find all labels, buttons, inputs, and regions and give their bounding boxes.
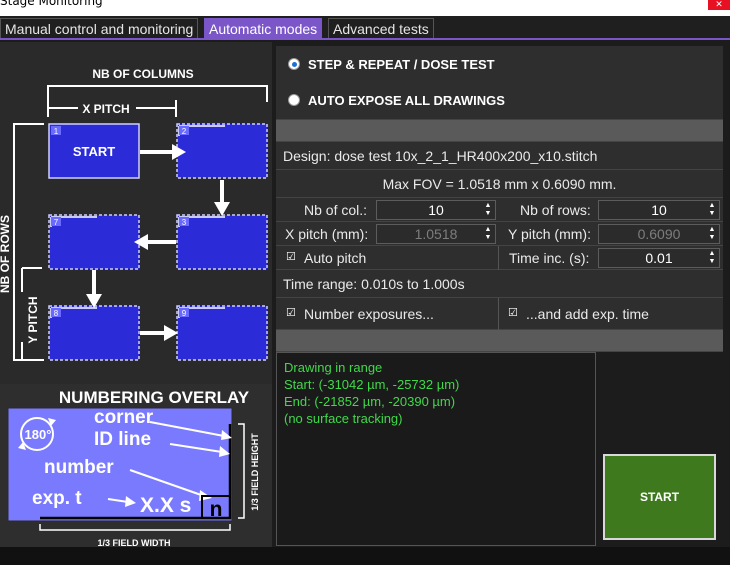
add-exp-time-checkbox[interactable]: ☑ <box>508 307 520 319</box>
y-pitch-label: Y PITCH <box>26 296 40 343</box>
exp-t-label: exp. t <box>32 488 82 509</box>
add-exp-time-label[interactable]: ...and add exp. time <box>526 306 649 322</box>
design-name: Design: dose test 10x_2_1_HR400x200_x10.… <box>283 148 598 164</box>
nb-col-input[interactable]: 10 ▲ ▼ <box>376 200 496 220</box>
y-pitch-input[interactable]: 0.6090 ▲ ▼ <box>598 224 720 244</box>
bottom-strip <box>0 547 730 565</box>
cell-3: 3 <box>176 214 268 270</box>
nb-col-value: 10 <box>428 202 444 218</box>
start-cell-label: START <box>73 144 115 159</box>
console-line: End: (-21852 µm, -20390 µm) <box>284 394 456 409</box>
field-height-label: 1/3 FIELD HEIGHT <box>250 433 260 511</box>
exp-time-value: X.X s <box>140 494 191 517</box>
y-pitch-value: 0.6090 <box>637 226 681 242</box>
arrow-left-icon <box>134 234 176 250</box>
console-line: (no surface tracking) <box>284 411 403 426</box>
cell-2: 2 <box>176 123 268 179</box>
nb-rows-input[interactable]: 10 ▲ ▼ <box>598 200 720 220</box>
time-range-text: Time range: 0.010s to 1.000s <box>283 276 465 292</box>
number-label: number <box>44 457 114 478</box>
cols-rows-row: Nb of col.: 10 ▲ ▼ Nb of rows: 10 ▲ ▼ <box>276 198 723 222</box>
cell-9-number: 9 <box>182 309 187 318</box>
tab-automatic-modes[interactable]: Automatic modes <box>204 18 323 38</box>
cell-8-number: 8 <box>54 309 59 318</box>
cell-1: 1 START <box>48 123 140 179</box>
cell-7: 7 <box>48 214 140 270</box>
start-button[interactable]: START <box>603 454 716 540</box>
auto-pitch-checkbox[interactable]: ☑ <box>286 251 298 263</box>
spinner-arrows-icon[interactable]: ▲ ▼ <box>483 202 493 218</box>
nb-rows-value: 10 <box>651 202 667 218</box>
y-pitch-label: Y pitch (mm): <box>508 226 591 242</box>
column-divider <box>498 246 499 270</box>
auto-pitch-label[interactable]: Auto pitch <box>304 250 366 266</box>
cell-3-number: 3 <box>182 218 187 227</box>
tab-bar: Manual control and monitoring Automatic … <box>0 16 730 40</box>
auto-expose-label[interactable]: AUTO EXPOSE ALL DRAWINGS <box>308 93 505 108</box>
auto-expose-radio[interactable] <box>288 94 300 106</box>
auto-pitch-row: ☑ Auto pitch Time inc. (s): 0.01 ▲ ▼ <box>276 246 723 270</box>
cell-1-number: 1 <box>54 127 59 136</box>
id-number-value: n <box>210 498 223 521</box>
step-repeat-label[interactable]: STEP & REPEAT / DOSE TEST <box>308 57 495 72</box>
time-inc-label: Time inc. (s): <box>509 250 590 266</box>
tab-manual-control[interactable]: Manual control and monitoring <box>0 18 199 38</box>
arrow-down-icon <box>214 180 230 216</box>
section-divider <box>276 330 723 352</box>
spinner-arrows-icon[interactable]: ▲ ▼ <box>483 226 493 242</box>
rotation-label: 180° <box>25 427 52 442</box>
numbering-overlay-svg: NUMBERING OVERLAY 180° corner ID line nu… <box>7 388 260 548</box>
nb-col-label: Nb of col.: <box>304 202 368 218</box>
fov-row: Max FOV = 1.0518 mm x 0.6090 mm. <box>276 170 723 198</box>
window-title: Stage Monitoring <box>0 0 103 8</box>
max-fov-text: Max FOV = 1.0518 mm x 0.6090 mm. <box>382 176 617 192</box>
spinner-arrows-icon[interactable]: ▲ ▼ <box>707 202 717 218</box>
close-icon[interactable]: ✕ <box>708 0 730 10</box>
x-pitch-label: X pitch (mm): <box>285 226 369 242</box>
id-line-label: ID line <box>94 429 151 450</box>
time-inc-input[interactable]: 0.01 ▲ ▼ <box>598 248 720 268</box>
arrow-right-icon <box>140 325 178 341</box>
title-bar: Stage Monitoring ✕ <box>0 0 730 16</box>
status-console: Drawing in range Start: (-31042 µm, -257… <box>276 352 596 546</box>
nb-columns-label: NB OF COLUMNS <box>92 67 193 81</box>
nb-rows-label: NB OF ROWS <box>0 215 12 293</box>
time-range-row: Time range: 0.010s to 1.000s <box>276 270 723 298</box>
column-divider <box>498 298 499 330</box>
pitch-row: X pitch (mm): 1.0518 ▲ ▼ Y pitch (mm): 0.… <box>276 222 723 246</box>
numbering-row: ☑ Number exposures... ☑ ...and add exp. … <box>276 298 723 330</box>
overlay-title: NUMBERING OVERLAY <box>59 388 250 407</box>
nb-rows-label: Nb of rows: <box>520 202 591 218</box>
cell-8: 8 <box>48 305 140 361</box>
x-pitch-value: 1.0518 <box>414 226 458 242</box>
cell-2-number: 2 <box>182 127 187 136</box>
x-pitch-label: X PITCH <box>82 102 129 116</box>
x-pitch-input[interactable]: 1.0518 ▲ ▼ <box>376 224 496 244</box>
number-exposures-checkbox[interactable]: ☑ <box>286 307 298 319</box>
numbering-overlay-panel: NUMBERING OVERLAY 180° corner ID line nu… <box>0 384 272 549</box>
time-inc-value: 0.01 <box>645 250 673 266</box>
corner-label: corner <box>94 407 154 428</box>
cell-7-number: 7 <box>54 218 59 227</box>
mode-selector: STEP & REPEAT / DOSE TEST AUTO EXPOSE AL… <box>276 46 723 120</box>
tab-advanced-tests[interactable]: Advanced tests <box>328 18 434 38</box>
number-exposures-label[interactable]: Number exposures... <box>304 306 434 322</box>
step-repeat-diagram-svg: NB OF COLUMNS X PITCH NB OF ROWS Y PITCH… <box>0 67 268 361</box>
console-line: Start: (-31042 µm, -25732 µm) <box>284 377 460 392</box>
spinner-arrows-icon[interactable]: ▲ ▼ <box>707 226 717 242</box>
step-repeat-radio[interactable] <box>288 58 300 70</box>
cell-9: 9 <box>176 305 268 361</box>
design-row: Design: dose test 10x_2_1_HR400x200_x10.… <box>276 142 723 170</box>
spinner-arrows-icon[interactable]: ▲ ▼ <box>707 250 717 266</box>
console-line: Drawing in range <box>284 360 383 375</box>
section-divider <box>276 120 723 142</box>
arrow-down-icon <box>86 270 102 308</box>
